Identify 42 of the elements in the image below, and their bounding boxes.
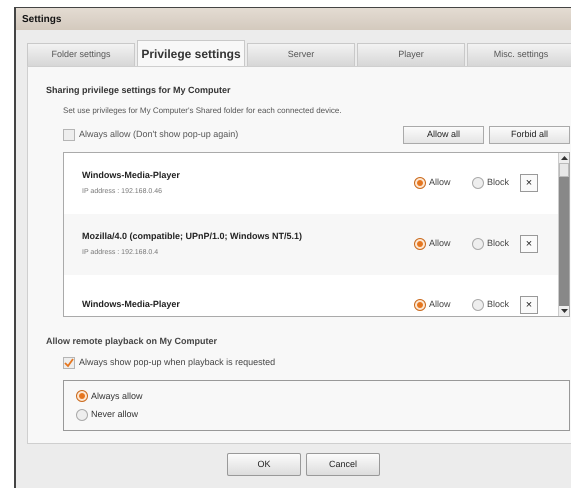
radio-label: Always allow — [91, 390, 143, 403]
radio-button[interactable] — [414, 299, 426, 311]
checkbox-label: Always show pop-up when playback is requested — [79, 356, 276, 369]
device-name: Mozilla/4.0 (compatible; UPnP/1.0; Windows NT/5.1) — [82, 230, 302, 243]
remove-button[interactable]: × — [520, 174, 538, 192]
radio-label: Allow — [429, 237, 452, 250]
scrollbar-thumb[interactable] — [559, 162, 569, 176]
device-name: Windows-Media-Player — [82, 169, 180, 182]
checkbox[interactable] — [63, 356, 75, 369]
device-name: Windows-Media-Player — [82, 298, 180, 312]
radio-button[interactable] — [414, 177, 426, 189]
radio-label: Never allow — [91, 408, 138, 421]
radio-label: Block — [487, 176, 510, 190]
radio-button[interactable] — [414, 238, 426, 250]
section-heading: Sharing privilege settings for My Computer — [46, 84, 232, 97]
tab[interactable]: Misc. settings — [467, 43, 571, 66]
action-button[interactable]: Allow all — [403, 126, 484, 144]
radio-label: Block — [487, 237, 510, 250]
remove-button[interactable]: × — [520, 235, 538, 253]
tab[interactable]: Server — [247, 43, 355, 66]
radio-button[interactable] — [472, 299, 484, 311]
tab[interactable]: Player — [357, 43, 465, 66]
checkbox[interactable] — [63, 128, 75, 140]
radio-button[interactable] — [472, 238, 484, 250]
radio-button[interactable] — [472, 177, 484, 189]
radio-label: Allow — [429, 176, 452, 190]
radio-label: Block — [487, 298, 510, 312]
checkbox-label: Always allow (Don't show pop-up again) — [79, 128, 238, 141]
dialog-button[interactable]: OK — [227, 453, 301, 476]
section-description: Set use privileges for My Computer's Shared folder for each connected device. — [62, 104, 343, 116]
radio-label: Allow — [429, 298, 452, 312]
dialog-button[interactable]: Cancel — [306, 453, 380, 476]
scroll-down-icon[interactable] — [559, 306, 569, 316]
scroll-up-icon[interactable] — [559, 152, 569, 162]
window-title: Settings — [16, 8, 571, 30]
action-button[interactable]: Forbid all — [489, 126, 570, 144]
section-heading: Allow remote playback on My Computer — [46, 334, 218, 348]
tab[interactable]: Privilege settings — [137, 40, 245, 66]
tab[interactable]: Folder settings — [27, 43, 135, 66]
radio-button[interactable] — [76, 408, 88, 421]
remove-button[interactable]: × — [520, 296, 538, 314]
radio-button[interactable] — [76, 390, 88, 402]
